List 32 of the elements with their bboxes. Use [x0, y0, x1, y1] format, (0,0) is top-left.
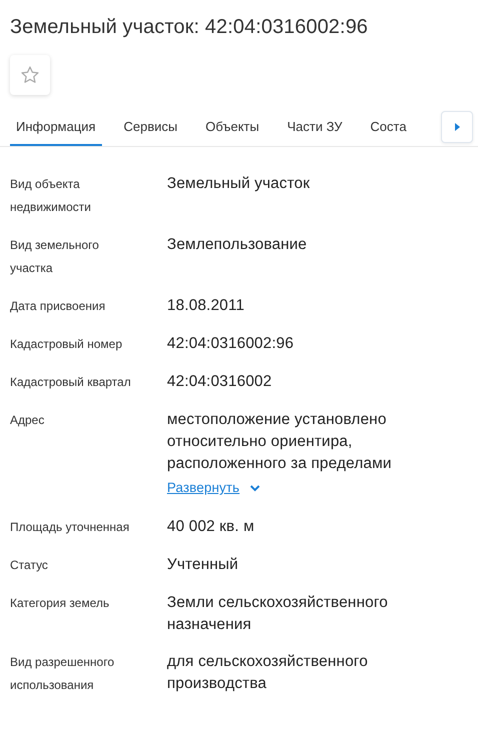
star-icon [20, 65, 40, 85]
field-label: Кадастровый квартал [10, 375, 131, 389]
page-title: Земельный участок: 42:04:0316002:96 [10, 16, 368, 39]
field-label: Категория земель [10, 596, 110, 610]
scroll-tabs-button[interactable] [441, 111, 473, 143]
field-value: Землепользование [167, 235, 308, 255]
field-value: Земли сельскохозяйственного назначения [167, 593, 389, 635]
tab[interactable]: Сервисы [118, 113, 184, 146]
field-label: Вид разрешенного использования [10, 655, 114, 692]
tab[interactable]: Объекты [199, 113, 266, 146]
field-value: 42:04:0316002:96 [167, 334, 295, 354]
chevron-down-icon [250, 484, 260, 492]
field-label: Адрес [10, 413, 44, 427]
tab[interactable]: Информация [10, 113, 102, 146]
tab[interactable]: Соста [364, 113, 412, 146]
field-value: для сельскохозяйственного производства [167, 652, 369, 694]
field-value: 42:04:0316002 [167, 372, 273, 392]
tab[interactable]: Части ЗУ [281, 113, 348, 146]
expand-link[interactable]: Развернуть [167, 475, 260, 501]
field-value: 18.08.2011 [167, 296, 246, 316]
field-label: Статус [10, 558, 48, 572]
field-label: Вид земельного участка [10, 238, 99, 275]
field-label: Дата присвоения [10, 299, 106, 313]
field-value: местоположение установлено относительно ориентира, расположенного за пределами [167, 410, 392, 474]
field-value: 40 002 кв. м [167, 517, 256, 537]
favorite-button[interactable] [10, 55, 50, 95]
triangle-right-icon [454, 123, 460, 131]
field-label: Площадь уточненная [10, 520, 130, 534]
field-value: Учтенный [167, 555, 240, 575]
field-label: Кадастровый номер [10, 337, 122, 351]
field-value: Земельный участок [167, 174, 311, 194]
field-label: Вид объекта недвижимости [10, 177, 91, 214]
